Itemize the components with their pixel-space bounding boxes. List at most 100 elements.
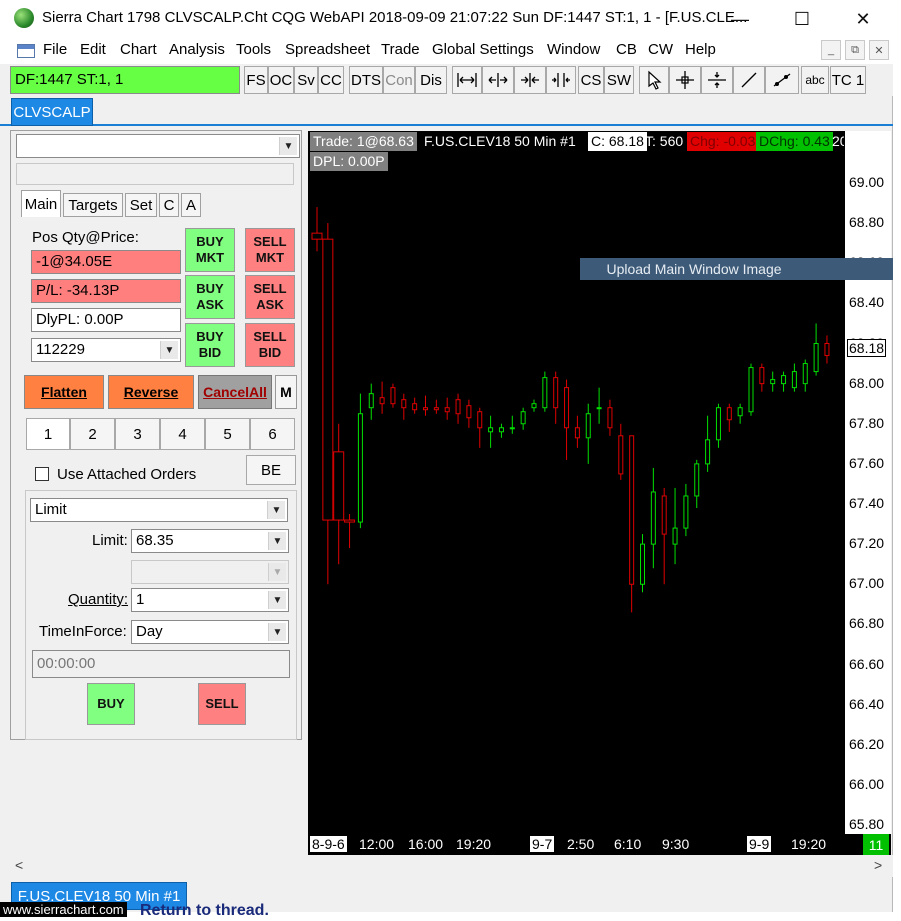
reverse-button[interactable]: Reverse: [108, 375, 194, 409]
menu-tools[interactable]: Tools: [236, 41, 271, 58]
mdi-restore-button[interactable]: ⧉: [845, 40, 865, 60]
close-button[interactable]: ✕: [840, 0, 886, 38]
chart-scale-fit-icon[interactable]: [452, 66, 482, 94]
chart-compress-icon[interactable]: [514, 66, 546, 94]
tab-set[interactable]: Set: [125, 193, 157, 217]
quantity-field[interactable]: 1 ▼: [131, 588, 289, 612]
use-attached-orders-checkbox[interactable]: [35, 467, 49, 481]
order-type-value: Limit: [35, 501, 67, 518]
return-to-thread-link[interactable]: Return to thread.: [140, 902, 269, 920]
flatten-button[interactable]: Flatten: [24, 375, 104, 409]
qty-4-button[interactable]: 4: [160, 418, 205, 450]
oc-button[interactable]: OC: [268, 66, 294, 94]
limit-price-field[interactable]: 68.35 ▼: [131, 529, 289, 553]
chevron-down-icon[interactable]: ▼: [279, 137, 297, 155]
candle-body: [618, 435, 624, 475]
qty-3-button[interactable]: 3: [115, 418, 160, 450]
sell-market-button[interactable]: SELL MKT: [245, 228, 295, 272]
qty-2-button[interactable]: 2: [70, 418, 115, 450]
sell-bid-button[interactable]: SELL BID: [245, 323, 295, 367]
menu-help[interactable]: Help: [685, 41, 716, 58]
good-till-time-field[interactable]: 00:00:00: [32, 650, 290, 678]
tab-c[interactable]: C: [159, 193, 179, 217]
chevron-down-icon[interactable]: ▼: [268, 532, 286, 550]
maximize-button[interactable]: ☐: [779, 0, 825, 38]
account-select[interactable]: 112229 ▼: [31, 338, 181, 362]
minimize-button[interactable]: —: [717, 0, 763, 38]
text-tool-button[interactable]: abc: [801, 66, 829, 94]
secondary-price-field[interactable]: ▼: [131, 560, 289, 584]
cc-button[interactable]: CC: [318, 66, 344, 94]
cs-button[interactable]: CS: [578, 66, 604, 94]
menu-file[interactable]: File: [43, 41, 67, 58]
disconnect-button[interactable]: Dis: [415, 66, 447, 94]
menu-edit[interactable]: Edit: [80, 41, 106, 58]
horizontal-scrollbar[interactable]: < >: [10, 855, 893, 877]
chevron-down-icon[interactable]: ▼: [268, 623, 286, 641]
horizontal-line-tool-icon[interactable]: [701, 66, 733, 94]
menu-spreadsheet[interactable]: Spreadsheet: [285, 41, 370, 58]
tab-a[interactable]: A: [181, 193, 201, 217]
candle-body: [813, 343, 819, 373]
menu-global-settings[interactable]: Global Settings: [432, 41, 534, 58]
chevron-down-icon[interactable]: ▼: [268, 563, 286, 581]
breakeven-button[interactable]: BE: [246, 455, 296, 485]
candle-body: [715, 407, 721, 441]
time-in-force-select[interactable]: Day ▼: [131, 620, 289, 644]
tab-targets[interactable]: Targets: [63, 193, 123, 217]
sell-button[interactable]: SELL: [198, 683, 246, 725]
trading-chart-button[interactable]: TC 1: [830, 66, 866, 94]
order-type-select[interactable]: Limit ▼: [30, 498, 288, 522]
buy-bid-button[interactable]: BUY BID: [185, 323, 235, 367]
chevron-down-icon[interactable]: ▼: [268, 591, 286, 609]
upload-window-image-banner[interactable]: Upload Main Window Image: [580, 258, 893, 280]
chevron-down-icon[interactable]: ▼: [267, 501, 285, 519]
time-tick-label: 12:00: [359, 836, 395, 852]
buy-button[interactable]: BUY: [87, 683, 135, 725]
scroll-right-icon[interactable]: >: [874, 857, 882, 873]
menu-chart[interactable]: Chart: [120, 41, 157, 58]
tab-clvscalp[interactable]: CLVSCALP: [11, 98, 93, 126]
menu-trade[interactable]: Trade: [381, 41, 420, 58]
chart-bar-spacing-icon[interactable]: [546, 66, 576, 94]
qty-5-button[interactable]: 5: [205, 418, 250, 450]
qty-1-button[interactable]: 1: [26, 418, 70, 450]
menu-analysis[interactable]: Analysis: [169, 41, 225, 58]
mdi-document-icon[interactable]: [17, 44, 35, 58]
title-bar[interactable]: Sierra Chart 1798 CLVSCALP.Cht CQG WebAP…: [0, 0, 893, 38]
menu-cw[interactable]: CW: [648, 41, 673, 58]
chevron-down-icon[interactable]: ▼: [160, 341, 178, 359]
bar-counter: 11: [863, 834, 889, 855]
chart-expand-icon[interactable]: [482, 66, 514, 94]
mdi-close-button[interactable]: ✕: [869, 40, 889, 60]
buy-market-button[interactable]: BUY MKT: [185, 228, 235, 272]
connect-button[interactable]: Con: [383, 66, 415, 94]
qty-6-button[interactable]: 6: [250, 418, 295, 450]
pointer-tool-icon[interactable]: [639, 66, 669, 94]
chart-area[interactable]: [308, 131, 891, 855]
line-tool-icon[interactable]: [733, 66, 765, 94]
sell-market-label-2: MKT: [255, 250, 285, 265]
candle-body: [781, 375, 787, 385]
candle-body: [770, 379, 776, 385]
mdi-minimize-button[interactable]: _: [821, 40, 841, 60]
scroll-left-icon[interactable]: <: [15, 857, 23, 873]
cancel-all-button[interactable]: CancelAll: [198, 375, 272, 409]
dts-button[interactable]: DTS: [349, 66, 383, 94]
price-axis[interactable]: 69.0068.8068.6068.4068.2068.0067.8067.60…: [844, 131, 891, 855]
sv-button[interactable]: Sv: [294, 66, 318, 94]
sell-ask-button[interactable]: SELL ASK: [245, 275, 295, 319]
menu-window[interactable]: Window: [547, 41, 600, 58]
menu-cb[interactable]: CB: [616, 41, 637, 58]
ray-tool-icon[interactable]: [765, 66, 799, 94]
sw-button[interactable]: SW: [604, 66, 634, 94]
candlestick-chart[interactable]: [308, 131, 844, 835]
fs-button[interactable]: FS: [244, 66, 268, 94]
trade-symbol-combo[interactable]: ▼: [16, 134, 300, 158]
menu-m-button[interactable]: M: [275, 375, 297, 409]
time-axis[interactable]: 8-9-6 12:00 16:00 19:20 9-7 2:50 6:10 9:…: [308, 834, 891, 855]
tab-main[interactable]: Main: [21, 190, 61, 218]
candle-body: [509, 427, 515, 430]
crosshair-tool-icon[interactable]: [669, 66, 701, 94]
buy-ask-button[interactable]: BUY ASK: [185, 275, 235, 319]
